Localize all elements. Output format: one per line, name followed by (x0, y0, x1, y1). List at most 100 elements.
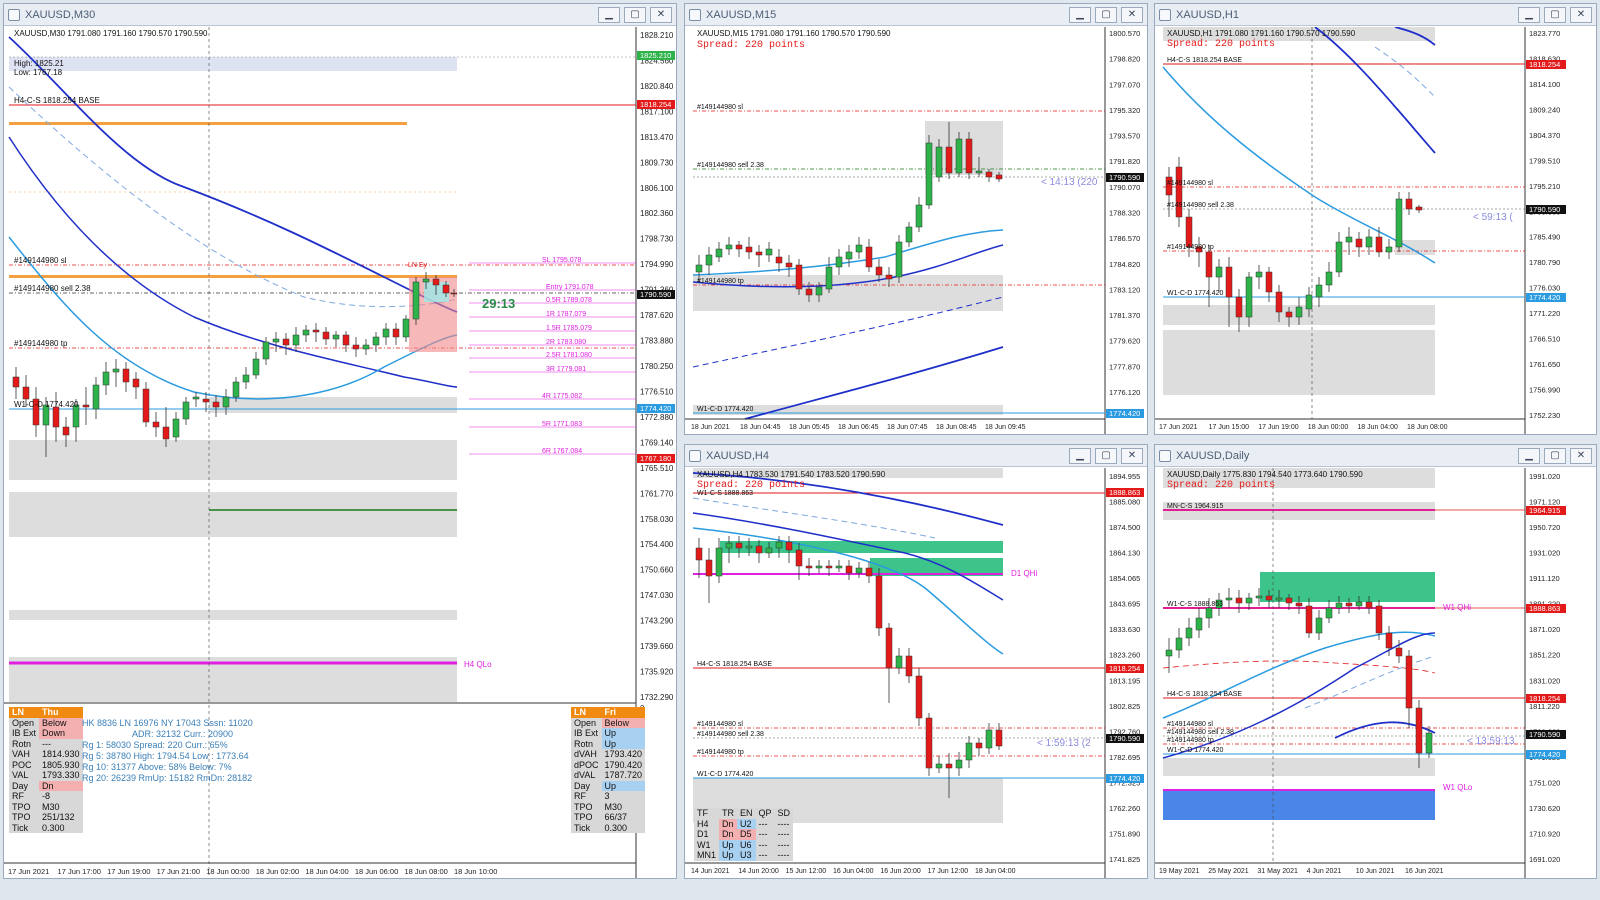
chart-window-icon (8, 8, 20, 21)
candle-body (442, 284, 450, 294)
maximize-button[interactable]: ▢ (1095, 6, 1117, 23)
price-axis-label: 1777.870 (1109, 362, 1140, 371)
sl-label: #149144980 sl (1167, 721, 1213, 728)
candle-body (252, 358, 260, 376)
close-button[interactable]: ✕ (1121, 447, 1143, 464)
table-cell: Dn (39, 780, 83, 791)
chart-window-h1[interactable]: XAUUSD,H1 ▁ ▢ ✕ 1823.770 1818.630 1814.100… (1154, 3, 1597, 435)
price-axis-label: 1950.720 (1529, 523, 1560, 532)
table-header-cell: SD (774, 808, 794, 819)
price-axis-label: 1864.130 (1109, 549, 1140, 558)
window-titlebar[interactable]: XAUUSD,Daily ▁ ▢ ✕ (1155, 445, 1596, 467)
price-axis-label: 1793.570 (1109, 132, 1140, 141)
close-button[interactable]: ✕ (1570, 6, 1592, 23)
window-titlebar[interactable]: XAUUSD,H4 ▁ ▢ ✕ (685, 445, 1147, 467)
table-cell: U2 (737, 818, 756, 829)
price-axis-label: 1813.470 (640, 133, 674, 142)
maximize-button[interactable]: ▢ (1095, 447, 1117, 464)
candle-body (745, 246, 753, 253)
chart-canvas-h1[interactable]: 1823.7701818.6301814.1001809.2401804.370… (1155, 27, 1596, 435)
sl-label: #149144980 sl (1167, 180, 1213, 187)
candle-body (1255, 595, 1263, 599)
price-axis-label: 1735.920 (640, 668, 674, 677)
chart-canvas-daily[interactable]: 1991.0201971.1201950.7201931.0201911.120… (1155, 468, 1596, 879)
table-cell: Down (39, 728, 83, 739)
candle-body (142, 388, 150, 423)
table-cell: --- (39, 738, 83, 749)
table-cell: D5 (737, 829, 756, 840)
candle-body (92, 384, 100, 410)
maximize-button[interactable]: ▢ (1544, 447, 1566, 464)
table-header-cell: LN (571, 707, 602, 718)
table-cell: U3 (737, 850, 756, 861)
candle-body (885, 274, 893, 280)
chart-window-m30[interactable]: XAUUSD,M30 ▁ ▢ ✕ 1828.210 1824.560 1820.84… (3, 3, 677, 879)
candle-body (1395, 647, 1403, 657)
price-axis-label: 1762.260 (1109, 804, 1140, 813)
candle-body (152, 421, 160, 428)
spread-label: Spread: 220 points (1167, 479, 1275, 491)
candle-body (875, 575, 883, 629)
price-axis-label: 1780.790 (1529, 258, 1560, 267)
close-button[interactable]: ✕ (650, 6, 672, 23)
countdown-timer: < 1:59:13 (2 (1037, 738, 1091, 749)
price-axis-label: 1802.825 (1109, 702, 1140, 711)
time-axis-label: 18 Jun 2021 (691, 424, 730, 431)
minimize-button[interactable]: ▁ (1518, 6, 1540, 23)
chart-window-daily[interactable]: XAUUSD,Daily ▁ ▢ ✕ 1991.020 1971.120 1950.… (1154, 444, 1597, 879)
chart-window-m15[interactable]: XAUUSD,M15 ▁ ▢ ✕ 1800.570 1798.820 1797.07… (684, 3, 1148, 435)
candle-body (705, 254, 713, 266)
candle-body (392, 328, 400, 338)
price-axis-label: 1911.120 (1529, 574, 1560, 583)
chart-window-h4[interactable]: XAUUSD,H4 ▁ ▢ ✕ 1894.955 1885.080 1874.500… (684, 444, 1148, 879)
r-level-label: 1R 1787.079 (546, 311, 586, 318)
table-row: H4 Dn U2 --- ---- (694, 818, 794, 829)
candle-body (935, 146, 943, 178)
minimize-button[interactable]: ▁ (1518, 447, 1540, 464)
candle-body (925, 142, 933, 206)
table-cell: Dn (719, 818, 738, 829)
candle-body (915, 204, 923, 228)
close-button[interactable]: ✕ (1121, 6, 1143, 23)
minimize-button[interactable]: ▁ (1069, 447, 1091, 464)
r-level-label: 2R 1783.080 (546, 339, 586, 346)
candle-body (272, 338, 280, 343)
table-cell: W1 (694, 839, 720, 850)
close-button[interactable]: ✕ (1570, 447, 1592, 464)
chart-canvas-m15[interactable]: 1800.570 1798.820 1797.070 1795.320 1793.570… (685, 27, 1147, 435)
minimize-button[interactable]: ▁ (598, 6, 620, 23)
sl-label: #149144980 sl (14, 256, 67, 265)
r-level-label: 0.5R 1789.078 (546, 297, 592, 304)
table-cell: Tick (571, 822, 602, 833)
table-cell: 66/37 (601, 812, 646, 823)
window-titlebar[interactable]: XAUUSD,M15 ▁ ▢ ✕ (685, 4, 1147, 26)
candle-body (1335, 241, 1343, 273)
price-axis-label: 1741.825 (1109, 855, 1140, 864)
candle-body (725, 542, 733, 549)
candle-body (795, 264, 803, 290)
maximize-button[interactable]: ▢ (1544, 6, 1566, 23)
candle-body (1315, 284, 1323, 298)
candle-body (102, 371, 110, 386)
minimize-button[interactable]: ▁ (1069, 6, 1091, 23)
price-tag: 1774.420 (1109, 409, 1140, 418)
price-tag: 1774.420 (1529, 750, 1560, 759)
candle-body (765, 547, 773, 554)
mncs-label: MN-C-S 1964.915 (1167, 503, 1224, 510)
time-axis-label: 17 Jun 19:00 (107, 867, 150, 876)
candle-body (1305, 294, 1313, 310)
time-axis-label: 18 Jun 08:00 (404, 867, 447, 876)
window-titlebar[interactable]: XAUUSD,H1 ▁ ▢ ✕ (1155, 4, 1596, 26)
price-axis-label: 1798.730 (640, 235, 674, 244)
candle-body (835, 256, 843, 268)
candle-body (262, 341, 270, 360)
window-titlebar[interactable]: XAUUSD,M30 ▁ ▢ ✕ (4, 4, 676, 26)
table-cell: TPO (9, 812, 40, 823)
candle-body (805, 565, 813, 569)
time-axis-label: 17 Jun 2021 (8, 867, 49, 876)
candle-body (995, 174, 1003, 180)
time-axis-label: 17 Jun 2021 (1159, 424, 1198, 431)
maximize-button[interactable]: ▢ (624, 6, 646, 23)
spread-label: Spread: 220 points (697, 39, 805, 51)
r-level-label: 3R 1779.081 (546, 366, 586, 373)
